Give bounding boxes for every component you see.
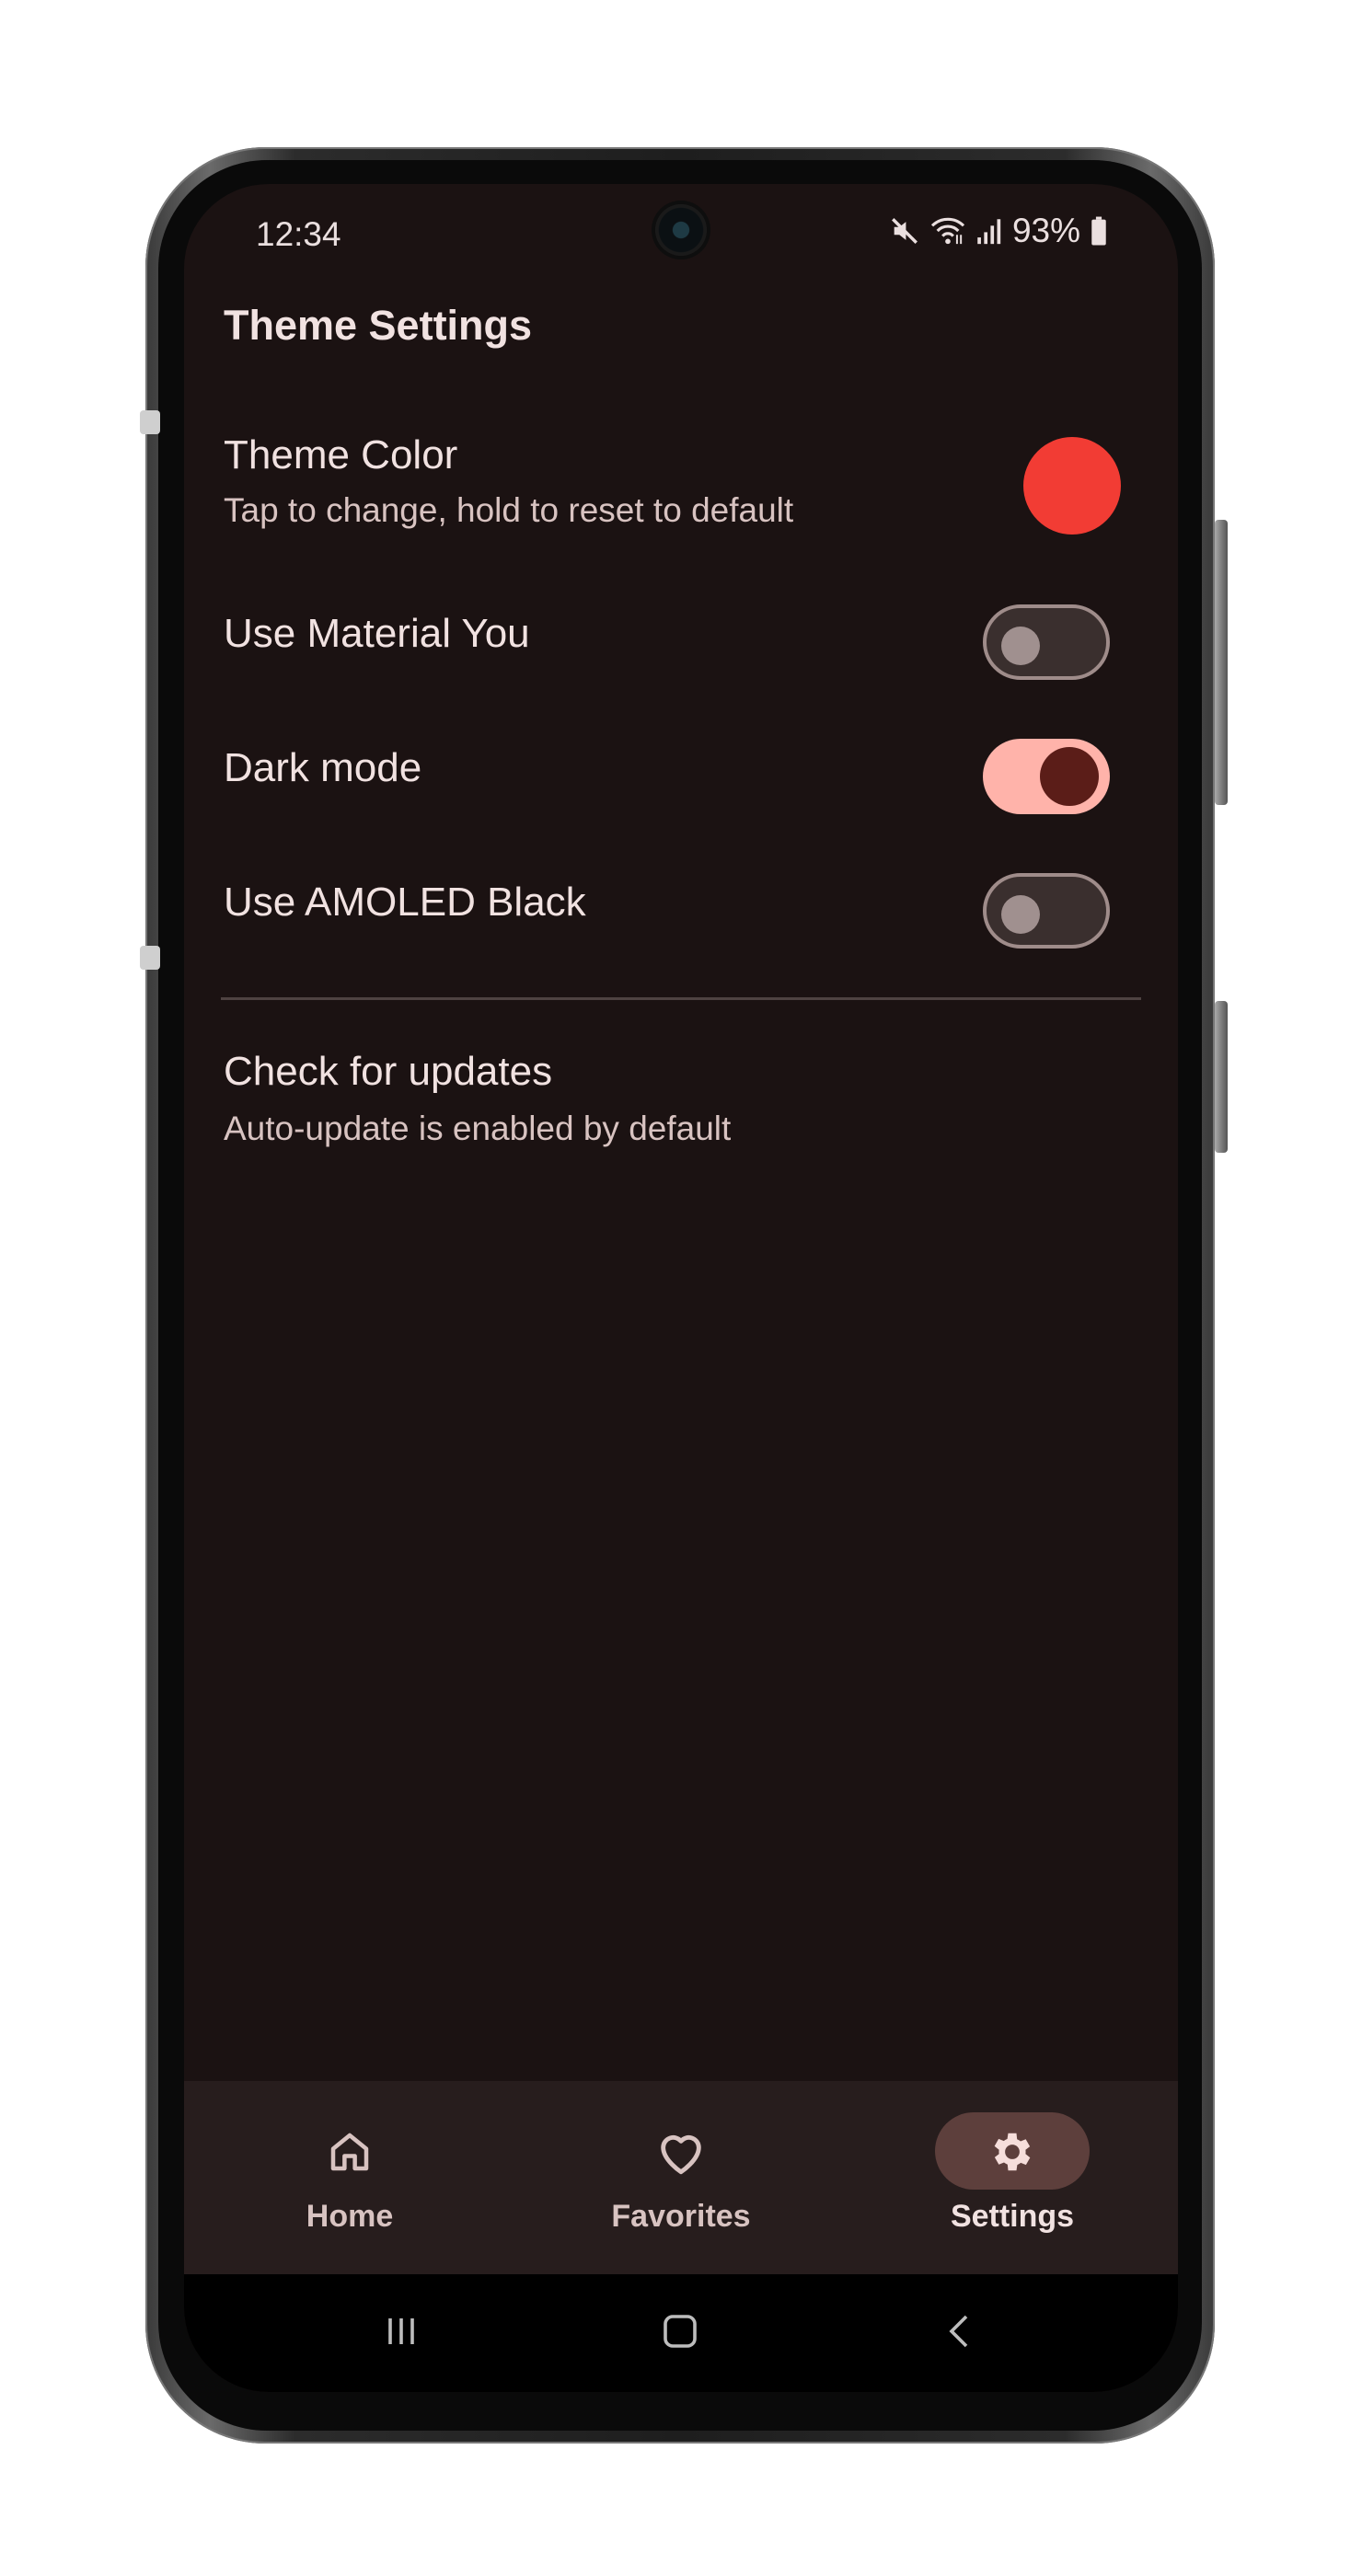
dark-mode-title: Dark mode <box>224 745 422 790</box>
dark-mode-switch[interactable] <box>983 739 1110 814</box>
power-button <box>1215 1001 1228 1153</box>
signal-icon <box>975 215 1003 247</box>
volume-button <box>1215 520 1228 805</box>
switch-thumb <box>1001 895 1040 934</box>
battery-icon <box>1090 215 1108 247</box>
material-you-switch[interactable] <box>983 604 1110 680</box>
theme-color-swatch[interactable] <box>1023 437 1121 535</box>
nav-item-settings[interactable]: Settings <box>847 2081 1178 2274</box>
check-updates-setting[interactable]: Check for updates Auto-update is enabled… <box>184 1030 1178 1178</box>
section-title: Theme Settings <box>224 302 533 349</box>
front-camera <box>655 204 707 256</box>
battery-percent: 93% <box>1011 212 1080 249</box>
frame-antenna-band <box>140 946 160 970</box>
back-icon[interactable] <box>939 2309 983 2357</box>
theme-color-subtitle: Tap to change, hold to reset to default <box>224 491 794 529</box>
home-button-icon[interactable] <box>657 2309 703 2357</box>
heart-icon <box>654 2127 708 2180</box>
theme-color-title: Theme Color <box>224 432 458 477</box>
recents-icon[interactable] <box>379 2309 423 2357</box>
frame-antenna-band <box>140 410 160 434</box>
system-navigation-bar <box>184 2274 1178 2392</box>
nav-item-home[interactable]: Home <box>184 2081 515 2274</box>
status-time: 12:34 <box>256 215 341 253</box>
amoled-black-switch[interactable] <box>983 873 1110 949</box>
gear-icon <box>987 2127 1037 2180</box>
phone-screen: 12:34 93% Theme Settings Theme Color Tap… <box>184 184 1178 2392</box>
home-icon <box>325 2127 375 2180</box>
switch-thumb <box>1001 627 1040 665</box>
bottom-navigation: Home Favorites Settings <box>184 2081 1178 2274</box>
check-updates-subtitle: Auto-update is enabled by default <box>224 1110 732 1147</box>
material-you-title: Use Material You <box>224 611 530 656</box>
mute-icon <box>889 215 920 247</box>
nav-label-favorites: Favorites <box>611 2199 751 2234</box>
nav-label-home: Home <box>306 2199 394 2234</box>
section-divider <box>221 997 1141 1000</box>
status-icons: 93% <box>889 212 1108 250</box>
wifi-icon <box>929 215 966 247</box>
check-updates-title: Check for updates <box>224 1049 553 1094</box>
switch-thumb <box>1040 747 1099 806</box>
nav-item-favorites[interactable]: Favorites <box>515 2081 847 2274</box>
amoled-black-title: Use AMOLED Black <box>224 880 586 925</box>
nav-label-settings: Settings <box>950 2199 1075 2234</box>
